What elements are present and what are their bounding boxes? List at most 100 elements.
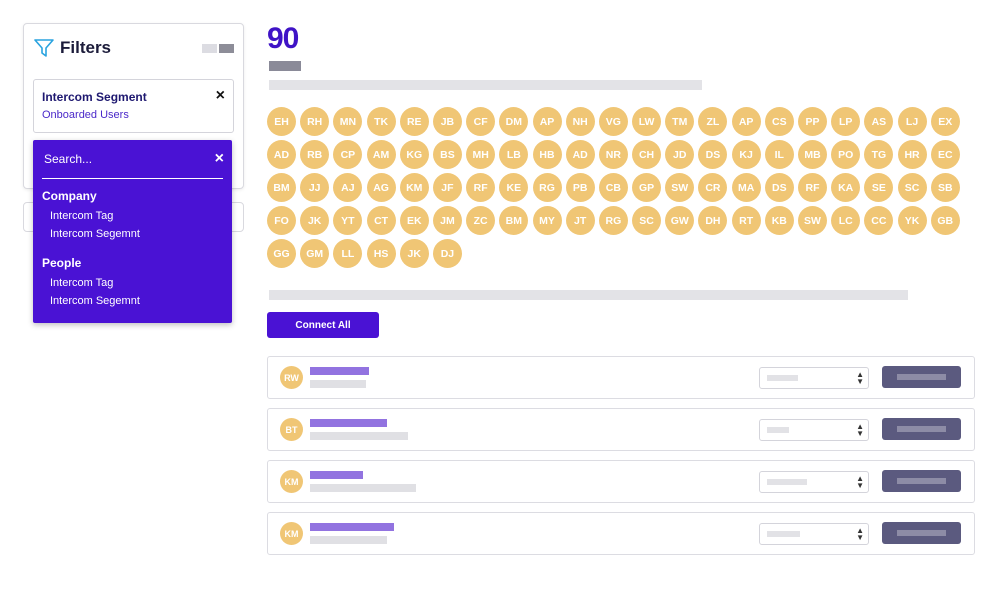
user-avatar[interactable]: DM <box>499 107 529 136</box>
user-avatar[interactable]: RB <box>300 140 330 169</box>
user-avatar[interactable]: RF <box>466 173 496 202</box>
user-avatar[interactable]: CF <box>466 107 496 136</box>
user-avatar[interactable]: VG <box>598 107 628 136</box>
user-avatar[interactable]: HB <box>532 140 562 169</box>
user-avatar[interactable]: RF <box>798 173 827 202</box>
user-avatar[interactable]: SC <box>897 173 927 202</box>
user-avatar[interactable]: EK <box>399 206 429 235</box>
user-avatar[interactable]: AD <box>565 140 595 169</box>
user-avatar[interactable]: CT <box>366 206 396 235</box>
user-avatar[interactable]: HS <box>366 239 396 268</box>
user-avatar[interactable]: CS <box>764 107 794 136</box>
user-avatar[interactable]: AP <box>532 107 562 136</box>
user-avatar[interactable]: AJ <box>333 173 363 202</box>
user-avatar[interactable]: HR <box>897 140 927 169</box>
user-avatar[interactable]: SB <box>930 173 960 202</box>
user-avatar[interactable]: BM <box>267 173 296 202</box>
user-avatar[interactable]: AG <box>366 173 396 202</box>
user-avatar[interactable]: LC <box>831 206 861 235</box>
account-select[interactable]: ▲ ▼ <box>759 471 869 493</box>
account-select[interactable]: ▲ ▼ <box>759 523 869 545</box>
user-avatar[interactable]: KB <box>764 206 794 235</box>
user-avatar[interactable]: ZC <box>466 206 496 235</box>
user-avatar[interactable]: CP <box>333 140 363 169</box>
user-avatar[interactable]: GB <box>930 206 960 235</box>
user-avatar[interactable]: AM <box>366 140 396 169</box>
user-avatar[interactable]: RG <box>532 173 562 202</box>
user-avatar[interactable]: JK <box>399 239 429 268</box>
user-avatar[interactable]: FO <box>267 206 296 235</box>
user-avatar[interactable]: JK <box>300 206 330 235</box>
user-avatar[interactable]: RT <box>731 206 761 235</box>
user-avatar[interactable]: JB <box>432 107 462 136</box>
user-avatar[interactable]: KJ <box>731 140 761 169</box>
user-avatar[interactable]: AD <box>267 140 296 169</box>
user-avatar[interactable]: TG <box>864 140 894 169</box>
user-avatar[interactable]: LB <box>499 140 529 169</box>
user-avatar[interactable]: TM <box>665 107 695 136</box>
dropdown-item-people-tag[interactable]: Intercom Tag <box>50 277 113 289</box>
dropdown-search-input[interactable]: Search... <box>44 152 92 166</box>
user-avatar[interactable]: CC <box>864 206 894 235</box>
user-avatar[interactable]: MN <box>333 107 363 136</box>
user-avatar[interactable]: GG <box>267 239 296 268</box>
user-avatar[interactable]: MA <box>731 173 761 202</box>
user-avatar[interactable]: JT <box>565 206 595 235</box>
user-avatar[interactable]: AP <box>731 107 761 136</box>
user-avatar[interactable]: GP <box>632 173 662 202</box>
user-avatar[interactable]: KA <box>831 173 861 202</box>
user-avatar[interactable]: EX <box>930 107 960 136</box>
user-avatar[interactable]: JF <box>432 173 462 202</box>
user-avatar[interactable]: DH <box>698 206 728 235</box>
user-avatar[interactable]: SW <box>665 173 695 202</box>
user-avatar[interactable]: GW <box>665 206 695 235</box>
view-toggle[interactable] <box>202 44 234 53</box>
user-avatar[interactable]: MH <box>466 140 496 169</box>
account-select[interactable]: ▲ ▼ <box>759 419 869 441</box>
user-avatar[interactable]: PP <box>798 107 827 136</box>
user-avatar[interactable]: KE <box>499 173 529 202</box>
user-avatar[interactable]: RG <box>598 206 628 235</box>
user-avatar[interactable]: YT <box>333 206 363 235</box>
user-avatar[interactable]: NR <box>598 140 628 169</box>
close-icon[interactable]: × <box>215 151 224 167</box>
user-avatar[interactable]: RE <box>399 107 429 136</box>
user-avatar[interactable]: DJ <box>432 239 462 268</box>
user-avatar[interactable]: LP <box>831 107 861 136</box>
connect-all-button[interactable]: Connect All <box>267 312 379 338</box>
user-avatar[interactable]: DS <box>698 140 728 169</box>
connect-button[interactable] <box>882 522 961 544</box>
user-avatar[interactable]: SW <box>798 206 827 235</box>
user-avatar[interactable]: YK <box>897 206 927 235</box>
user-avatar[interactable]: PO <box>831 140 861 169</box>
user-avatar[interactable]: IL <box>764 140 794 169</box>
view-toggle-option-active[interactable] <box>219 44 234 53</box>
user-avatar[interactable]: LL <box>333 239 363 268</box>
user-avatar[interactable]: NH <box>565 107 595 136</box>
user-avatar[interactable]: EC <box>930 140 960 169</box>
user-avatar[interactable]: KM <box>399 173 429 202</box>
user-avatar[interactable]: DS <box>764 173 794 202</box>
user-avatar[interactable]: PB <box>565 173 595 202</box>
user-avatar[interactable]: GM <box>300 239 330 268</box>
user-avatar[interactable]: JD <box>665 140 695 169</box>
user-avatar[interactable]: LJ <box>897 107 927 136</box>
user-avatar[interactable]: LW <box>632 107 662 136</box>
user-avatar[interactable]: BS <box>432 140 462 169</box>
connect-button[interactable] <box>882 470 961 492</box>
user-avatar[interactable]: MY <box>532 206 562 235</box>
filter-chip-value[interactable]: Onboarded Users <box>42 109 129 121</box>
user-avatar[interactable]: CR <box>698 173 728 202</box>
user-avatar[interactable]: BM <box>499 206 529 235</box>
user-avatar[interactable]: RH <box>300 107 330 136</box>
connect-button[interactable] <box>882 418 961 440</box>
dropdown-item-company-segment[interactable]: Intercom Segemnt <box>50 228 140 240</box>
user-avatar[interactable]: CH <box>632 140 662 169</box>
account-select[interactable]: ▲ ▼ <box>759 367 869 389</box>
user-avatar[interactable]: KG <box>399 140 429 169</box>
user-avatar[interactable]: SE <box>864 173 894 202</box>
user-avatar[interactable]: MB <box>798 140 827 169</box>
dropdown-item-company-tag[interactable]: Intercom Tag <box>50 210 113 222</box>
user-avatar[interactable]: CB <box>598 173 628 202</box>
connect-button[interactable] <box>882 366 961 388</box>
